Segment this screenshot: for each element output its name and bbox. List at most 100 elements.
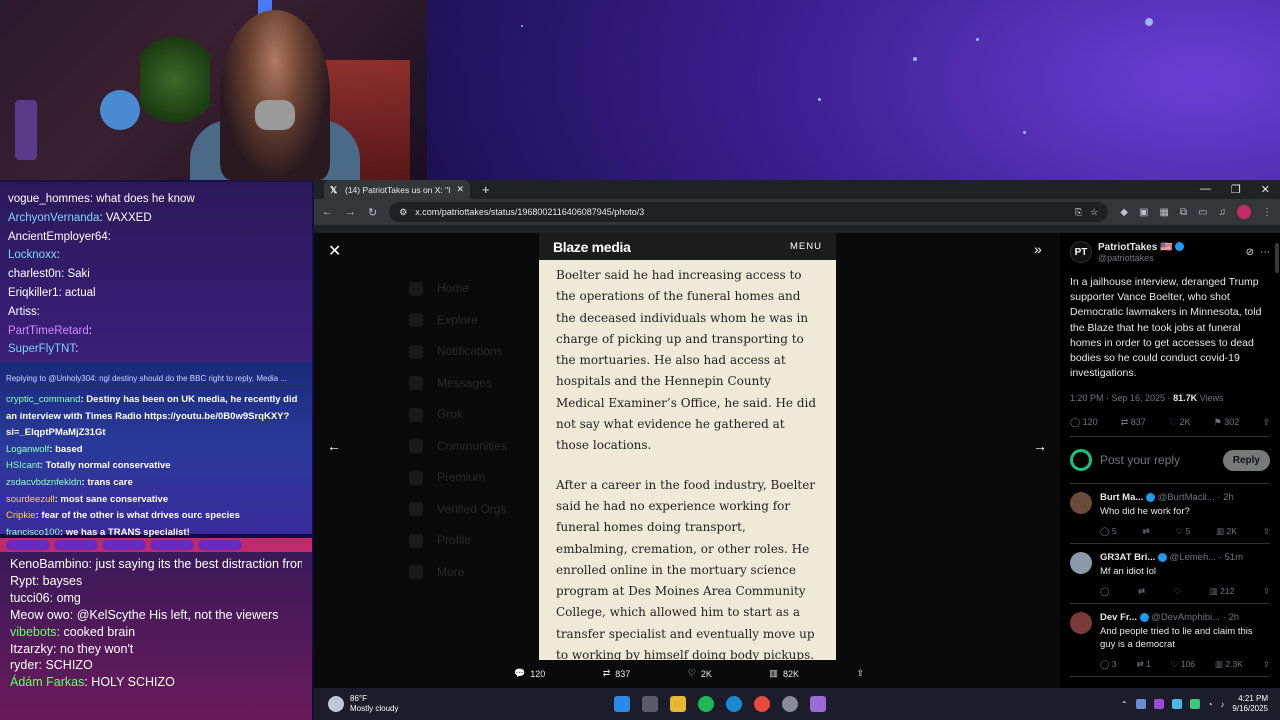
chat-username[interactable]: charlest0n	[8, 268, 61, 280]
chat-username[interactable]: PartTimeRetard	[8, 325, 89, 337]
clock[interactable]: 4:21 PM 9/16/2025	[1232, 694, 1268, 714]
share-icon[interactable]: ⇪	[1263, 659, 1270, 670]
share-icon[interactable]: ⇪	[1262, 417, 1270, 428]
author-avatar[interactable]: PT	[1070, 241, 1092, 263]
reply-author[interactable]: Dev Fr...	[1100, 612, 1137, 623]
edge-icon[interactable]	[726, 696, 742, 712]
reply-author[interactable]: Burt Ma...	[1100, 492, 1143, 503]
like-button[interactable]: ♡ 5	[1176, 526, 1191, 537]
app-icon[interactable]	[810, 696, 826, 712]
repost-button[interactable]: ⇄ 837	[1121, 417, 1146, 428]
reply-button[interactable]: ◯ 3	[1100, 659, 1117, 670]
reply-button[interactable]: ◯ 5	[1100, 526, 1117, 537]
weather-widget[interactable]: 86°F Mostly cloudy	[314, 694, 614, 714]
tray-icon[interactable]	[1153, 699, 1164, 709]
chat-username[interactable]: Meow owo	[10, 608, 70, 622]
bookmark-button[interactable]: ⚑ 302	[1214, 417, 1240, 428]
reply-submit-button[interactable]: Reply	[1222, 449, 1270, 471]
install-icon[interactable]: ⎘	[1075, 207, 1082, 218]
chat-username[interactable]: Rypt	[10, 574, 36, 588]
share-icon[interactable]: ⇪	[856, 668, 864, 679]
chat-username[interactable]: zsdacvbdznfekldn	[6, 477, 82, 488]
tray-icon[interactable]	[1171, 699, 1182, 709]
bookmark-star-icon[interactable]: ☆	[1090, 207, 1098, 218]
chat-username[interactable]: Locknoxx	[8, 249, 57, 261]
reply-handle[interactable]: @BurtMacli...	[1158, 492, 1215, 503]
extension-icon[interactable]: ◆	[1120, 207, 1128, 218]
reply-button[interactable]: ◯ 120	[1070, 417, 1098, 428]
reload-icon[interactable]: ↻	[368, 206, 377, 219]
forward-icon[interactable]: →	[345, 206, 356, 218]
reply-button[interactable]: ◯	[1100, 586, 1110, 597]
tray-icon[interactable]	[1189, 699, 1200, 709]
more-icon[interactable]: ⋯	[1260, 247, 1270, 258]
tab-close-icon[interactable]: ✕	[456, 184, 464, 195]
chat-username[interactable]: Cripkie	[6, 510, 36, 521]
views-button[interactable]: ▥ 2K	[1216, 526, 1237, 537]
previous-photo-icon[interactable]: ←	[327, 438, 341, 454]
chat-username[interactable]: Loganwolf	[6, 444, 49, 455]
viewer-reply-button[interactable]: 💬 120	[514, 668, 545, 679]
repost-button[interactable]: ⇄	[1138, 586, 1145, 597]
tweet-time[interactable]: 1:20 PM · Sep 16, 2025 ·	[1070, 393, 1173, 403]
chat-username[interactable]: Artiss	[8, 306, 37, 318]
chevron-up-icon[interactable]: ⌃	[1121, 700, 1128, 709]
extension-icon[interactable]: ▦	[1159, 207, 1168, 218]
next-photo-icon[interactable]: →	[1033, 438, 1047, 454]
reply-handle[interactable]: @DevAmphibi...	[1151, 612, 1220, 623]
chat-username[interactable]: SuperFlyTNT	[8, 343, 75, 355]
menu-kebab-icon[interactable]: ⋮	[1262, 207, 1272, 218]
chat-username[interactable]: ArchyonVernanda	[8, 212, 99, 224]
chat-username[interactable]: cryptic_command	[6, 394, 80, 405]
chat-username[interactable]: Ádám Farkas	[10, 675, 84, 689]
extensions-puzzle-icon[interactable]: ⧉	[1180, 207, 1187, 218]
wifi-icon[interactable]: ◔	[1208, 700, 1213, 709]
viewer-views-button[interactable]: ▥ 82K	[769, 668, 799, 679]
reply-avatar[interactable]	[1070, 552, 1092, 575]
task-view-icon[interactable]	[642, 696, 658, 712]
site-info-icon[interactable]: ⚙	[399, 207, 407, 218]
profile-avatar[interactable]	[1237, 205, 1251, 219]
views-button[interactable]: ▥ 2.3K	[1215, 659, 1243, 670]
browser-tab[interactable]: 𝕏 (14) PatriotTakes us on X: "In a j ✕	[324, 180, 470, 199]
spotify-icon[interactable]	[698, 696, 714, 712]
chat-username[interactable]: vibebots	[10, 625, 57, 639]
reply-handle[interactable]: @Lemeh...	[1170, 552, 1217, 563]
chat-username[interactable]: vogue_hommes	[8, 193, 90, 205]
tray-icon[interactable]	[1135, 699, 1146, 709]
grok-icon[interactable]: ⊘	[1246, 247, 1254, 258]
chat-username[interactable]: tucci06	[10, 591, 50, 605]
back-icon[interactable]: ←	[322, 206, 333, 218]
chat-username[interactable]: KenoBambino	[10, 557, 89, 571]
windows-start-icon[interactable]	[614, 696, 630, 712]
chat-username[interactable]: ryder	[10, 658, 38, 672]
reply-input[interactable]: Post your reply	[1100, 453, 1215, 467]
sidebar-icon[interactable]: ▭	[1198, 207, 1207, 218]
like-button[interactable]: ♡	[1174, 586, 1182, 597]
chrome-icon[interactable]	[754, 696, 770, 712]
reply-avatar[interactable]	[1070, 612, 1092, 635]
viewer-like-button[interactable]: ♡ 2K	[688, 668, 712, 679]
author-name-row[interactable]: PatriotTakes 🇺🇸	[1098, 242, 1185, 253]
reply-item[interactable]: GR3AT Bri... @Lemeh... · 51m Mf an idiot …	[1070, 544, 1270, 605]
chat-username[interactable]: sourdeezull	[6, 494, 55, 505]
reply-author[interactable]: GR3AT Bri...	[1100, 552, 1155, 563]
chat-username[interactable]: Itzarzky	[10, 642, 53, 656]
collapse-panel-icon[interactable]: »	[1034, 241, 1042, 257]
like-button[interactable]: ♡ 106	[1171, 659, 1195, 670]
share-icon[interactable]: ⇪	[1263, 526, 1270, 537]
chat-username[interactable]: HSIcant	[6, 460, 40, 471]
author-handle[interactable]: @patriottakes	[1098, 253, 1184, 263]
reply-item[interactable]: Burt Ma... @BurtMacli... · 2h Who did he …	[1070, 484, 1270, 545]
maximize-icon[interactable]: ❐	[1231, 183, 1241, 196]
new-tab-icon[interactable]: +	[482, 182, 490, 197]
media-icon[interactable]: ♫	[1219, 207, 1227, 218]
volume-icon[interactable]: ♪	[1220, 700, 1224, 709]
chat-username[interactable]: AncientEmployer64	[8, 231, 108, 243]
views-button[interactable]: ▥ 212	[1210, 586, 1235, 597]
extension-icon[interactable]: ▣	[1139, 207, 1148, 218]
share-icon[interactable]: ⇪	[1263, 586, 1270, 597]
reply-avatar[interactable]	[1070, 492, 1092, 515]
scrollbar[interactable]	[1275, 243, 1279, 273]
minimize-icon[interactable]: —	[1200, 183, 1211, 196]
